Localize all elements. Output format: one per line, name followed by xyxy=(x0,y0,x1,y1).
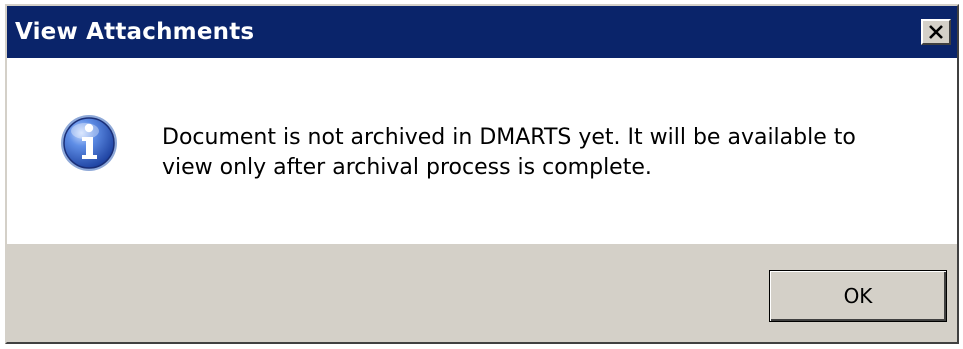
dialog-message: Document is not archived in DMARTS yet. … xyxy=(162,123,922,183)
ok-button[interactable]: OK xyxy=(769,270,947,322)
view-attachments-dialog: View Attachments Document is not archive… xyxy=(5,4,959,344)
close-button[interactable] xyxy=(921,19,951,45)
button-bar: OK xyxy=(7,244,957,342)
message-area: Document is not archived in DMARTS yet. … xyxy=(7,58,957,244)
title-bar[interactable]: View Attachments xyxy=(7,6,957,58)
info-icon xyxy=(61,115,117,171)
message-line-2: view only after archival process is comp… xyxy=(162,155,652,180)
close-icon xyxy=(929,25,943,39)
message-line-1: Document is not archived in DMARTS yet. … xyxy=(162,125,856,150)
window-title: View Attachments xyxy=(15,19,255,45)
